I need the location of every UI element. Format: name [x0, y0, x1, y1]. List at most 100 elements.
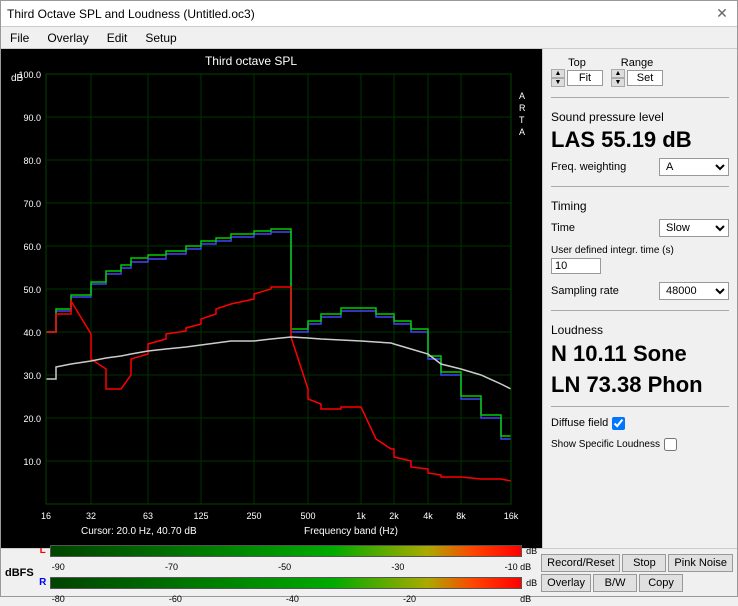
top-down-arrow[interactable]: ▼ — [551, 78, 565, 87]
menu-bar: File Overlay Edit Setup — [1, 27, 737, 49]
range-up-arrow[interactable]: ▲ — [611, 69, 625, 78]
top-value-btn[interactable]: Fit — [567, 70, 603, 86]
tick-r-neg40: -40 — [286, 594, 299, 604]
tick-neg50: -50 — [278, 562, 291, 572]
tick-r-neg20: -20 — [403, 594, 416, 604]
tick-r-neg60: -60 — [169, 594, 182, 604]
tick-r-db: dB — [520, 594, 531, 604]
overlay-button[interactable]: Overlay — [541, 574, 591, 592]
menu-file[interactable]: File — [7, 30, 32, 46]
stop-button[interactable]: Stop — [622, 554, 666, 572]
pink-noise-button[interactable]: Pink Noise — [668, 554, 733, 572]
meter-r-ticks: -80 -60 -40 -20 dB — [50, 594, 533, 604]
range-label: Range — [621, 57, 653, 69]
loudness-ln-value: LN 73.38 Phon — [551, 372, 729, 398]
diffuse-field-label: Diffuse field — [551, 417, 608, 429]
tick-r-neg80: -80 — [52, 594, 65, 604]
svg-text:125: 125 — [193, 511, 208, 521]
loudness-n-value: N 10.11 Sone — [551, 341, 729, 367]
svg-text:500: 500 — [300, 511, 315, 521]
meter-l-ticks: -90 -70 -50 -30 -10 dB — [50, 562, 533, 572]
divider-2 — [551, 186, 729, 187]
timing-label: Timing — [551, 199, 729, 213]
chart-area: Third octave SPL A R T A dB — [1, 49, 542, 548]
top-spin-row: ▲ ▼ Fit — [551, 69, 603, 87]
sampling-rate-select[interactable]: 44100 48000 96000 — [659, 282, 729, 300]
tick-neg70: -70 — [165, 562, 178, 572]
right-panel: Top ▲ ▼ Fit Range ▲ ▼ — [542, 49, 737, 548]
loudness-section-label: Loudness — [551, 323, 729, 337]
svg-text:16: 16 — [41, 511, 51, 521]
top-up-arrow[interactable]: ▲ — [551, 69, 565, 78]
meter-l-row: L dB — [38, 542, 537, 560]
meter-r-track — [50, 577, 522, 589]
top-range-controls: Top ▲ ▼ Fit Range ▲ ▼ — [551, 53, 729, 89]
action-row-2: Overlay B/W Copy — [541, 574, 733, 592]
svg-text:Frequency band (Hz): Frequency band (Hz) — [304, 526, 398, 537]
svg-text:20.0: 20.0 — [23, 414, 41, 424]
divider-3 — [551, 310, 729, 311]
svg-text:70.0: 70.0 — [23, 199, 41, 209]
svg-text:250: 250 — [246, 511, 261, 521]
meter-l-track — [50, 545, 522, 557]
svg-text:16k: 16k — [504, 511, 519, 521]
record-reset-button[interactable]: Record/Reset — [541, 554, 620, 572]
svg-text:10.0: 10.0 — [23, 457, 41, 467]
range-spin-row: ▲ ▼ Set — [611, 69, 663, 87]
copy-button[interactable]: Copy — [639, 574, 683, 592]
range-down-arrow[interactable]: ▼ — [611, 78, 625, 87]
svg-text:Third octave SPL: Third octave SPL — [205, 54, 297, 68]
bottom-bar: dBFS L dB -90 -70 -50 -30 -10 dB R — [1, 548, 737, 596]
meter-r-label: R — [38, 577, 48, 588]
svg-text:40.0: 40.0 — [23, 328, 41, 338]
user-defined-input[interactable] — [551, 258, 601, 274]
close-button[interactable]: ✕ — [713, 5, 731, 23]
range-spin-arrows: ▲ ▼ — [611, 69, 625, 87]
freq-weighting-label: Freq. weighting — [551, 161, 626, 173]
freq-weighting-select[interactable]: A B C Z — [659, 158, 729, 176]
svg-text:Cursor: 20.0 Hz, 40.70 dB: Cursor: 20.0 Hz, 40.70 dB — [81, 526, 197, 537]
show-specific-loudness-checkbox[interactable] — [664, 438, 677, 451]
svg-text:A: A — [519, 91, 525, 101]
tick-neg90: -90 — [52, 562, 65, 572]
chart-svg: Third octave SPL A R T A dB — [1, 49, 531, 547]
meter-section: L dB -90 -70 -50 -30 -10 dB R dB — [38, 540, 537, 606]
menu-edit[interactable]: Edit — [104, 30, 131, 46]
svg-text:8k: 8k — [456, 511, 466, 521]
spl-value: LAS 55.19 dB — [551, 128, 729, 152]
time-label: Time — [551, 222, 575, 234]
diffuse-field-checkbox[interactable] — [612, 417, 625, 430]
tick-neg10: -10 dB — [505, 562, 532, 572]
svg-text:1k: 1k — [356, 511, 366, 521]
svg-text:50.0: 50.0 — [23, 285, 41, 295]
svg-text:80.0: 80.0 — [23, 156, 41, 166]
menu-setup[interactable]: Setup — [142, 30, 179, 46]
svg-text:T: T — [519, 115, 525, 125]
show-specific-loudness-label: Show Specific Loudness — [551, 439, 660, 450]
svg-text:R: R — [519, 103, 526, 113]
divider-4 — [551, 406, 729, 407]
svg-text:4k: 4k — [423, 511, 433, 521]
meter-r-row: R dB — [38, 574, 537, 592]
range-set-btn[interactable]: Set — [627, 70, 663, 86]
window-title: Third Octave SPL and Loudness (Untitled.… — [7, 7, 255, 21]
time-select[interactable]: Slow Fast Impulse — [659, 219, 729, 237]
bw-button[interactable]: B/W — [593, 574, 637, 592]
range-spin-group: Range ▲ ▼ Set — [611, 57, 663, 87]
action-row-1: Record/Reset Stop Pink Noise — [541, 554, 733, 572]
svg-text:A: A — [519, 127, 525, 137]
top-spin-arrows: ▲ ▼ — [551, 69, 565, 87]
tick-neg30: -30 — [391, 562, 404, 572]
main-content: Third octave SPL A R T A dB — [1, 49, 737, 548]
diffuse-field-row: Diffuse field — [551, 417, 729, 430]
action-buttons: Record/Reset Stop Pink Noise Overlay B/W… — [537, 552, 737, 594]
top-label: Top — [568, 57, 586, 69]
menu-overlay[interactable]: Overlay — [44, 30, 91, 46]
svg-text:90.0: 90.0 — [23, 113, 41, 123]
sampling-rate-row: Sampling rate 44100 48000 96000 — [551, 282, 729, 300]
divider-1 — [551, 97, 729, 98]
svg-text:2k: 2k — [389, 511, 399, 521]
main-window: Third Octave SPL and Loudness (Untitled.… — [0, 0, 738, 597]
user-defined-row: User defined integr. time (s) — [551, 245, 729, 274]
dbfs-label: dBFS — [1, 567, 38, 579]
